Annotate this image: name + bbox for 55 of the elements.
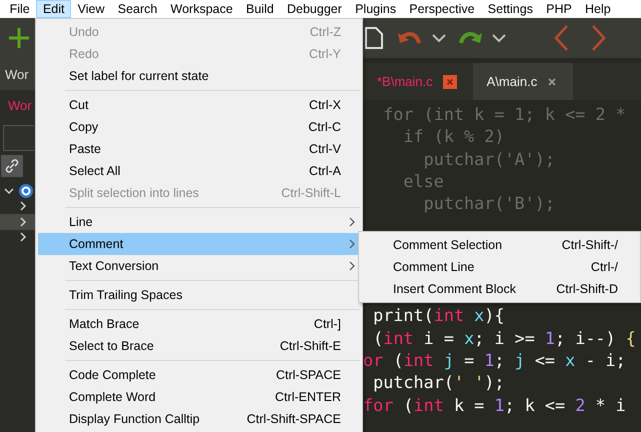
menu-item[interactable]: Plugins bbox=[348, 0, 403, 18]
code-line: if (k % 2) bbox=[402, 125, 504, 148]
code-line: putchar('B'); bbox=[422, 192, 555, 214]
collapse-icon[interactable] bbox=[18, 201, 28, 212]
menu-item[interactable]: Select All Ctrl-A bbox=[38, 160, 360, 182]
code-line: for (int k = 1; k <= 2 * i bbox=[363, 394, 626, 416]
filter-field[interactable] bbox=[3, 125, 34, 151]
add-icon[interactable] bbox=[8, 26, 30, 50]
menu-item[interactable]: PHP bbox=[540, 0, 578, 18]
menu-item[interactable]: Trim Trailing Spaces bbox=[38, 284, 360, 306]
menu-item[interactable]: Select to Brace Ctrl-Shift-E bbox=[38, 335, 360, 357]
collapse-icon[interactable] bbox=[18, 216, 28, 227]
menu-item[interactable]: Match Brace Ctrl-] bbox=[38, 313, 360, 335]
panel-tab[interactable]: Wor bbox=[0, 58, 35, 90]
code-line: else bbox=[402, 170, 444, 192]
code-line: or (int j = 1; j <= x - i; bbox=[363, 349, 626, 372]
code-line: putchar('A'); bbox=[422, 148, 555, 170]
menu-item[interactable]: Complete Word Ctrl-ENTER bbox=[38, 386, 360, 408]
menu-item[interactable]: File bbox=[3, 0, 36, 18]
caret-icon[interactable] bbox=[491, 32, 507, 44]
file-tab[interactable]: A\main.c bbox=[472, 63, 574, 100]
menu-item[interactable]: Help bbox=[578, 0, 618, 18]
menu-item[interactable]: Comment Line Ctrl-/ bbox=[361, 256, 638, 278]
project-icon[interactable] bbox=[18, 182, 34, 199]
menu-item[interactable]: Debugger bbox=[280, 0, 348, 18]
workspace-title: Wor bbox=[7, 96, 33, 114]
code-line: (int i = x; i >= 1; i--) { bbox=[372, 326, 636, 350]
menu-item[interactable]: Set label for current state bbox=[38, 65, 360, 87]
code-line: putchar(' '); bbox=[372, 371, 504, 394]
collapse-icon[interactable] bbox=[18, 232, 28, 242]
menu-item[interactable]: Paste Ctrl-V bbox=[38, 138, 360, 160]
menu-item[interactable]: Display Function Calltip Ctrl-Shift-SPACE bbox=[38, 408, 360, 430]
menu-item[interactable]: Search bbox=[111, 0, 164, 18]
link-toggle[interactable] bbox=[1, 155, 23, 177]
menu-item[interactable]: Build bbox=[239, 0, 280, 18]
menu-item[interactable]: Comment bbox=[38, 233, 360, 255]
file-icon[interactable] bbox=[363, 26, 385, 50]
menu-item[interactable]: Settings bbox=[481, 0, 540, 18]
menu-item[interactable]: Workspace bbox=[164, 0, 240, 18]
caret-icon[interactable] bbox=[431, 32, 447, 44]
expand-icon[interactable] bbox=[4, 186, 14, 196]
menu-item[interactable]: Insert Comment Block Ctrl-Shift-D bbox=[361, 278, 638, 300]
menu-item[interactable]: Line bbox=[38, 211, 360, 233]
menu-item[interactable]: Code Complete Ctrl-SPACE bbox=[38, 364, 360, 386]
code-line: print(int x){ bbox=[372, 304, 504, 327]
code-line: for (int k = 1; k <= 2 * bbox=[382, 103, 626, 126]
close-icon[interactable] bbox=[547, 76, 558, 86]
menu-item[interactable]: Edit bbox=[36, 0, 72, 18]
menu-item[interactable]: Perspective bbox=[402, 0, 482, 18]
menu-item[interactable]: Copy Ctrl-C bbox=[38, 116, 360, 138]
close-icon[interactable] bbox=[442, 74, 457, 88]
menu-item[interactable]: Text Conversion bbox=[38, 255, 360, 277]
menu-item[interactable]: Cut Ctrl-X bbox=[38, 94, 360, 116]
menu-item[interactable]: View bbox=[71, 0, 112, 18]
menu-item[interactable]: Comment Selection Ctrl-Shift-/ bbox=[361, 234, 638, 256]
